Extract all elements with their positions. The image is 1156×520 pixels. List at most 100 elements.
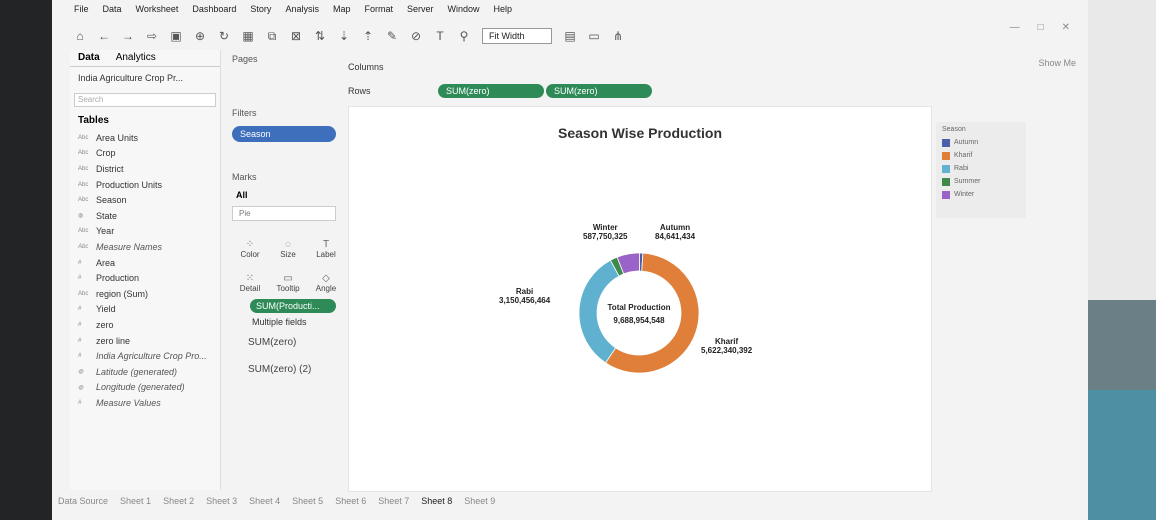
menu-item[interactable]: Format [364,4,393,20]
legend-label: Rabi [954,165,969,172]
tableau-window: File Data Worksheet Dashboard Story Analysis M… [52,0,1088,520]
color-legend: Season Autumn Kharif Rabi Summer Winter [936,122,1026,218]
minimize-icon[interactable]: — [1010,22,1020,33]
sum-production-pill[interactable]: SUM(Producti... [250,299,336,313]
sort-desc-icon[interactable]: ⇡ [362,29,374,43]
legend-item[interactable]: Autumn [942,136,1020,149]
multiple-fields-pill[interactable]: Multiple fields [228,315,340,329]
highlight-icon[interactable]: ✎ [386,29,398,43]
field-item[interactable]: # zero line [70,333,220,349]
toolbar: ⌂ ← → ⇨ ▣ ⊕ ↻ ▦ ⧉ ⊠ ⇅ ⇣ ⇡ ✎ ⊘ T ⚲ Fit Wi… [74,24,1074,48]
maximize-icon[interactable]: □ [1038,22,1044,33]
sheet-tab[interactable]: Sheet 2 [163,496,194,506]
new-datasource-icon[interactable]: ⊕ [194,29,206,43]
field-item[interactable]: Abc Crop [70,146,220,162]
center-title: Total Production [607,303,671,312]
rows-shelf[interactable]: Rows SUM(zero) SUM(zero) [348,82,1080,100]
season-filter-pill[interactable]: Season [232,126,336,142]
fit-select[interactable]: Fit Width [482,28,552,44]
mark-tooltip-button[interactable]: ▭ Tooltip [270,261,306,293]
legend-item[interactable]: Rabi [942,162,1020,175]
menu-item[interactable]: Map [333,4,351,20]
field-label: Measure Values [96,397,161,408]
sheet-tab[interactable]: Sheet 4 [249,496,280,506]
row-pill[interactable]: SUM(zero) [438,84,544,98]
menu-item[interactable]: File [74,4,89,20]
tooltip-icon[interactable]: ▭ [588,29,600,43]
sum-zero-card[interactable]: SUM(zero) [228,329,340,356]
menu-item[interactable]: Dashboard [192,4,236,20]
field-label: Measure Names [96,241,163,252]
field-item[interactable]: # zero [70,317,220,333]
menu-item[interactable]: Story [250,4,271,20]
datasource-name[interactable]: India Agriculture Crop Pr... [70,67,220,89]
legend-swatch [942,138,950,147]
labels-icon[interactable]: T [434,29,446,43]
sheet-tab[interactable]: Sheet 1 [120,496,151,506]
connect-icon[interactable]: ⇨ [146,29,158,43]
field-item[interactable]: Abc Season [70,192,220,208]
legend-item[interactable]: Kharif [942,149,1020,162]
sheet-tab[interactable]: Sheet 7 [378,496,409,506]
sheet-tab[interactable]: Sheet 3 [206,496,237,506]
mark-type-select[interactable]: Pie [232,206,336,221]
sheet-tab[interactable]: Sheet 5 [292,496,323,506]
field-item[interactable]: Abc Production Units [70,177,220,193]
sheet-tab[interactable]: Sheet 8 [421,496,452,506]
menu-item[interactable]: Help [494,4,513,20]
menu-item[interactable]: Worksheet [136,4,179,20]
sheet-tab[interactable]: Data Source [58,496,108,506]
field-item[interactable]: Abc District [70,161,220,177]
forward-icon[interactable]: → [122,29,134,43]
field-item[interactable]: Abc Year [70,224,220,240]
swap-icon[interactable]: ⇅ [314,29,326,43]
mark-label-button[interactable]: T Label [308,227,344,259]
pin-icon[interactable]: ⚲ [458,29,470,43]
tab-analytics[interactable]: Analytics [108,50,164,66]
field-item[interactable]: # India Agriculture Crop Pro... [70,348,220,364]
pages-label: Pages [232,54,258,64]
mark-detail-button[interactable]: ⁙ Detail [232,261,268,293]
field-item[interactable]: Abc Measure Names [70,239,220,255]
legend-item[interactable]: Winter [942,188,1020,201]
menu-item[interactable]: Window [448,4,480,20]
close-icon[interactable]: ✕ [1062,22,1070,33]
mark-size-button[interactable]: ◌ Size [270,227,306,259]
sheet-tab[interactable]: Sheet 6 [335,496,366,506]
sheet-tab[interactable]: Sheet 9 [464,496,495,506]
menu-item[interactable]: Analysis [285,4,319,20]
back-icon[interactable]: ← [98,29,110,43]
field-item[interactable]: # Area [70,255,220,271]
menu-item[interactable]: Data [103,4,122,20]
field-item[interactable]: ◍ Latitude (generated) [70,364,220,380]
menu-item[interactable]: Server [407,4,434,20]
presentation-icon[interactable]: ▤ [564,29,576,43]
columns-shelf[interactable]: Columns [348,58,1080,76]
duplicate-sheet-icon[interactable]: ⧉ [266,29,278,44]
chart-area[interactable]: Season Wise Production Total Production … [348,106,932,492]
row-pill[interactable]: SUM(zero) [546,84,652,98]
sort-asc-icon[interactable]: ⇣ [338,29,350,43]
field-item[interactable]: # Yield [70,302,220,318]
field-item[interactable]: ◍ State [70,208,220,224]
group-icon[interactable]: ⊘ [410,29,422,43]
clear-sheet-icon[interactable]: ⊠ [290,29,302,43]
field-item[interactable]: ◍ Longitude (generated) [70,380,220,396]
legend-item[interactable]: Summer [942,175,1020,188]
new-sheet-icon[interactable]: ▦ [242,29,254,43]
field-item[interactable]: # Measure Values [70,395,220,411]
columns-label: Columns [348,62,384,72]
search-input[interactable]: Search [74,93,216,107]
share-icon[interactable]: ⋔ [612,29,624,43]
field-item[interactable]: Abc region (Sum) [70,286,220,302]
refresh-icon[interactable]: ↻ [218,29,230,43]
field-item[interactable]: Abc Area Units [70,130,220,146]
sum-zero-2-card[interactable]: SUM(zero) (2) [228,356,340,383]
marks-all[interactable]: All [228,186,340,204]
mark-angle-button[interactable]: ◇ Angle [308,261,344,293]
field-item[interactable]: # Production [70,270,220,286]
mark-color-button[interactable]: ⁘ Color [232,227,268,259]
save-icon[interactable]: ▣ [170,29,182,43]
tab-data[interactable]: Data [70,50,108,66]
home-icon[interactable]: ⌂ [74,29,86,43]
